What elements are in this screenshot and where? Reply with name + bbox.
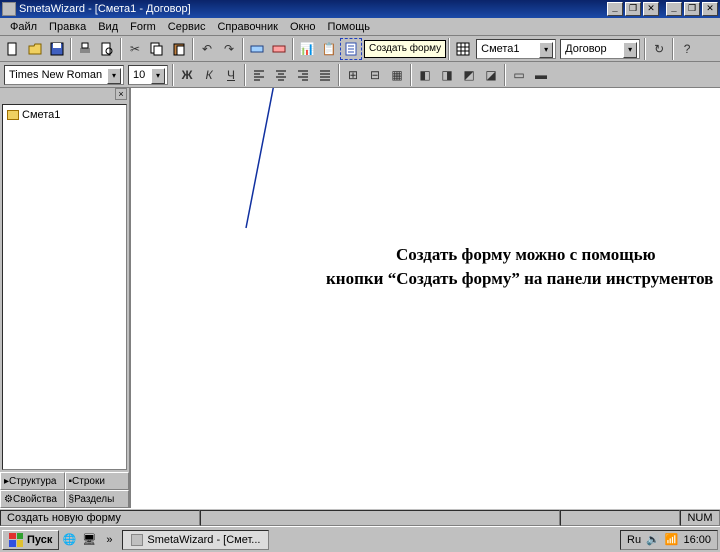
form-selector-value: Договор bbox=[565, 43, 607, 55]
tab-properties[interactable]: ⚙ Свойства bbox=[0, 490, 65, 508]
extra3-button[interactable]: ◩ bbox=[458, 64, 480, 86]
align-left-button[interactable] bbox=[248, 64, 270, 86]
form-selector[interactable]: Договор bbox=[560, 39, 640, 59]
callout-line1: Создать форму можно с помощью bbox=[326, 243, 720, 267]
status-hint: Создать новую форму bbox=[0, 510, 200, 526]
preview-button[interactable] bbox=[96, 38, 118, 60]
fontsize-value: 10 bbox=[133, 69, 145, 81]
tab-properties-label: Свойства bbox=[13, 494, 57, 505]
row-delete-button[interactable] bbox=[268, 38, 290, 60]
doc-close-button[interactable]: ✕ bbox=[643, 2, 659, 16]
smeta-selector-value: Смета1 bbox=[481, 43, 519, 55]
annotation-arrow bbox=[131, 88, 720, 508]
panel-close-button[interactable]: × bbox=[115, 88, 127, 100]
menu-service[interactable]: Сервис bbox=[162, 21, 212, 33]
fontsize-selector[interactable]: 10 bbox=[128, 65, 168, 85]
titlebar: SmetaWizard - [Смета1 - Договор] _ ❐ ✕ _… bbox=[0, 0, 720, 18]
font-selector-value: Times New Roman bbox=[9, 69, 102, 81]
extra2-button[interactable]: ◨ bbox=[436, 64, 458, 86]
status-empty1 bbox=[200, 510, 560, 526]
create-form-tooltip: Создать форму bbox=[364, 40, 446, 58]
app-icon bbox=[2, 2, 16, 16]
copy-button[interactable] bbox=[146, 38, 168, 60]
tab-structure-label: Структура bbox=[9, 476, 56, 487]
align-right-button[interactable] bbox=[292, 64, 314, 86]
font-selector[interactable]: Times New Roman bbox=[4, 65, 124, 85]
save-button[interactable] bbox=[46, 38, 68, 60]
norms-button[interactable]: 📋 bbox=[318, 38, 340, 60]
side-tabs: ▸ Структура ▪ Строки ⚙ Свойства § Раздел… bbox=[0, 472, 129, 508]
menu-file[interactable]: Файл bbox=[4, 21, 43, 33]
tab-rows[interactable]: ▪ Строки bbox=[65, 472, 130, 490]
merge-cells-button[interactable]: ⊞ bbox=[342, 64, 364, 86]
status-empty2 bbox=[560, 510, 680, 526]
smeta-selector[interactable]: Смета1 bbox=[476, 39, 556, 59]
menu-form[interactable]: Form bbox=[124, 21, 162, 33]
refresh-button[interactable]: ↻ bbox=[648, 38, 670, 60]
calc-button[interactable]: 📊 bbox=[296, 38, 318, 60]
menu-view[interactable]: Вид bbox=[92, 21, 124, 33]
annotation-callout: Создать форму можно с помощью кнопки “Со… bbox=[326, 243, 720, 291]
menu-window[interactable]: Окно bbox=[284, 21, 322, 33]
window-controls: _ ❐ ✕ _ ❐ ✕ bbox=[607, 2, 718, 16]
row-add-button[interactable] bbox=[246, 38, 268, 60]
menu-help[interactable]: Помощь bbox=[322, 21, 377, 33]
tree-root-label: Смета1 bbox=[22, 109, 60, 121]
underline-button[interactable]: Ч bbox=[220, 64, 242, 86]
borders-button[interactable]: ▦ bbox=[386, 64, 408, 86]
extra5-button[interactable]: ▭ bbox=[508, 64, 530, 86]
open-button[interactable] bbox=[24, 38, 46, 60]
tab-sections-label: Разделы bbox=[74, 494, 114, 505]
tab-sections[interactable]: § Разделы bbox=[65, 490, 130, 508]
extra6-button[interactable]: ▬ bbox=[530, 64, 552, 86]
workarea: × Смета1 ▸ Структура ▪ Строки ⚙ Свойства… bbox=[0, 88, 720, 508]
close-button[interactable]: ✕ bbox=[702, 2, 718, 16]
paste-button[interactable] bbox=[168, 38, 190, 60]
table-button[interactable] bbox=[452, 38, 474, 60]
menu-edit[interactable]: Правка bbox=[43, 21, 92, 33]
taskbar: Пуск 🌐 🖥 » SmetaWizard - [Смет... Ru 🔊 📶… bbox=[0, 526, 720, 552]
doc-minimize-button[interactable]: _ bbox=[607, 2, 623, 16]
title-text: SmetaWizard - [Смета1 - Договор] bbox=[19, 3, 191, 15]
align-justify-button[interactable] bbox=[314, 64, 336, 86]
tab-rows-label: Строки bbox=[72, 476, 105, 487]
extra1-button[interactable]: ◧ bbox=[414, 64, 436, 86]
new-button[interactable] bbox=[2, 38, 24, 60]
minimize-button[interactable]: _ bbox=[666, 2, 682, 16]
folder-icon bbox=[7, 110, 19, 120]
create-form-button[interactable] bbox=[340, 38, 362, 60]
redo-button[interactable]: ↷ bbox=[218, 38, 240, 60]
italic-button[interactable]: К bbox=[198, 64, 220, 86]
structure-tree[interactable]: Смета1 bbox=[2, 104, 127, 470]
bold-button[interactable]: Ж bbox=[176, 64, 198, 86]
statusbar: Создать новую форму NUM bbox=[0, 508, 720, 526]
menubar: Файл Правка Вид Form Сервис Справочник О… bbox=[0, 18, 720, 36]
align-center-button[interactable] bbox=[270, 64, 292, 86]
undo-button[interactable]: ↶ bbox=[196, 38, 218, 60]
callout-line2: кнопки “Создать форму” на панели инструм… bbox=[326, 267, 720, 291]
format-toolbar: Times New Roman 10 Ж К Ч ⊞ ⊟ ▦ ◧ ◨ ◩ ◪ ▭… bbox=[0, 62, 720, 88]
split-cells-button[interactable]: ⊟ bbox=[364, 64, 386, 86]
side-panel: × Смета1 ▸ Структура ▪ Строки ⚙ Свойства… bbox=[0, 88, 130, 508]
tree-root-item[interactable]: Смета1 bbox=[7, 109, 122, 121]
doc-maximize-button[interactable]: ❐ bbox=[625, 2, 641, 16]
menu-reference[interactable]: Справочник bbox=[211, 21, 284, 33]
document-area[interactable]: Создать форму можно с помощью кнопки “Со… bbox=[130, 88, 720, 508]
status-num: NUM bbox=[680, 510, 720, 526]
print-button[interactable] bbox=[74, 38, 96, 60]
extra4-button[interactable]: ◪ bbox=[480, 64, 502, 86]
maximize-button[interactable]: ❐ bbox=[684, 2, 700, 16]
main-toolbar: ✂ ↶ ↷ 📊 📋 Создать форму Смета1 Договор ↻… bbox=[0, 36, 720, 62]
help-button[interactable]: ? bbox=[676, 38, 698, 60]
cut-button[interactable]: ✂ bbox=[124, 38, 146, 60]
tab-structure[interactable]: ▸ Структура bbox=[0, 472, 65, 490]
